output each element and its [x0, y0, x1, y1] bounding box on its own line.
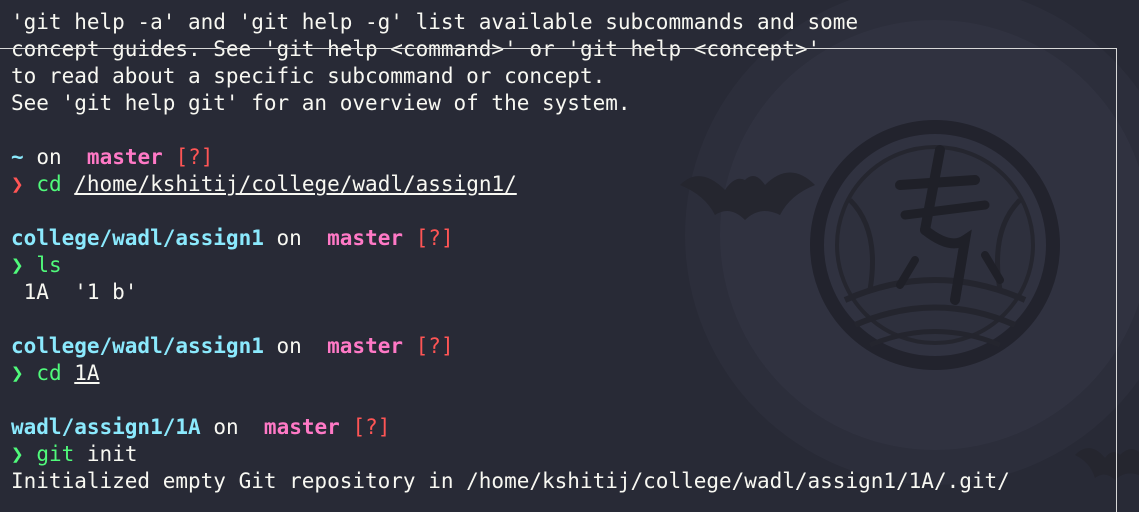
help-line-2: concept guides. See 'git help <command>'…	[11, 37, 821, 61]
prompt-path: college/wadl/assign1	[11, 334, 264, 358]
git-branch-name: master	[327, 334, 403, 358]
git-status-badge: [?]	[352, 415, 391, 439]
terminal-window[interactable]: 'git help -a' and 'git help -g' list ava…	[0, 0, 1139, 512]
prompt-info-line: college/wadl/assign1 on master [?]	[11, 333, 1010, 360]
command-line: ❯ git init	[11, 441, 1010, 468]
git-branch-name: master	[86, 145, 163, 169]
command-line: ❯ cd 1A	[11, 360, 1010, 387]
git-status-badge: [?]	[415, 226, 454, 250]
command-name: cd	[36, 361, 62, 385]
prompt-on-label: on	[276, 226, 302, 250]
prompt-info-line: college/wadl/assign1 on master [?]	[11, 225, 1010, 252]
prompt-on-label: on	[36, 145, 62, 169]
prompt-chevron-icon: ❯	[11, 172, 24, 196]
command-line: ❯ ls	[11, 252, 1010, 279]
prompt-path: wadl/assign1/1A	[11, 415, 201, 439]
command-path-argument[interactable]: 1A	[74, 361, 99, 385]
git-status-badge: [?]	[175, 145, 214, 169]
command-path-argument[interactable]: /home/kshitij/college/wadl/assign1/	[74, 172, 517, 196]
prompt-on-label: on	[276, 334, 302, 358]
prompt-info-line: ~ on master [?]	[11, 144, 1010, 171]
git-branch-name: master	[263, 415, 340, 439]
prompt-chevron-icon: ❯	[11, 253, 24, 277]
prompt-info-line: wadl/assign1/1A on master [?]	[11, 414, 1010, 441]
command-name: cd	[36, 172, 62, 196]
terminal-output: 'git help -a' and 'git help -g' list ava…	[11, 9, 1010, 495]
prompt-chevron-icon: ❯	[11, 361, 24, 385]
command-name: ls	[36, 253, 62, 277]
help-line-4: See 'git help git' for an overview of th…	[11, 91, 631, 115]
help-line-3: to read about a specific subcommand or c…	[11, 64, 606, 88]
command-name: git	[36, 442, 75, 466]
prompt-path: ~	[11, 145, 24, 169]
git-init-output-line: Initialized empty Git repository in /hom…	[11, 469, 1010, 493]
help-line-1: 'git help -a' and 'git help -g' list ava…	[11, 10, 859, 34]
git-status-badge: [?]	[415, 334, 454, 358]
command-argument: init	[86, 442, 138, 466]
git-branch-name: master	[327, 226, 403, 250]
command-line: ❯ cd /home/kshitij/college/wadl/assign1/	[11, 171, 1010, 198]
prompt-chevron-icon: ❯	[11, 442, 24, 466]
prompt-path: college/wadl/assign1	[11, 226, 264, 250]
ls-output-line: 1A '1 b'	[11, 280, 138, 304]
prompt-on-label: on	[213, 415, 239, 439]
